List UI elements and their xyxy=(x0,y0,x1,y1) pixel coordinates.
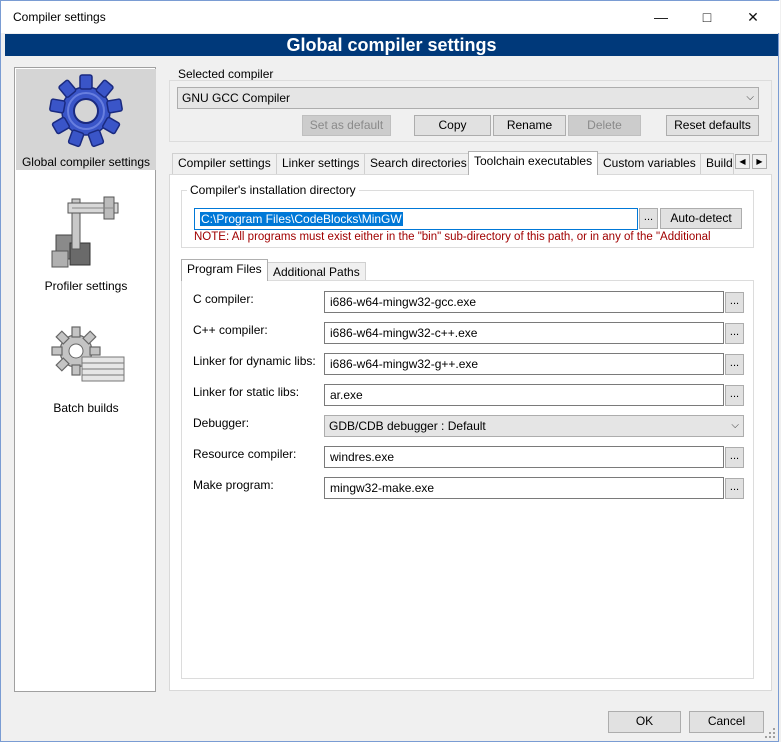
browse-c-compiler-button[interactable]: ... xyxy=(725,292,744,313)
resource-compiler-input[interactable]: windres.exe xyxy=(324,446,724,468)
resize-grip-icon[interactable] xyxy=(764,727,776,739)
tab-build[interactable]: Build xyxy=(700,153,734,174)
copy-button[interactable]: Copy xyxy=(414,115,491,136)
debugger-select[interactable]: GDB/CDB debugger : Default ⌵ xyxy=(324,415,744,437)
dynamic-linker-label: Linker for dynamic libs: xyxy=(193,354,316,368)
tab-search-directories[interactable]: Search directories xyxy=(364,153,473,174)
make-program-input[interactable]: mingw32-make.exe xyxy=(324,477,724,499)
browse-install-dir-button[interactable]: ... xyxy=(639,208,658,229)
selected-compiler-label: Selected compiler xyxy=(178,67,274,81)
batch-gear-icon xyxy=(51,326,125,382)
browse-dynamic-linker-button[interactable]: ... xyxy=(725,354,744,375)
browse-cpp-compiler-button[interactable]: ... xyxy=(725,323,744,344)
make-program-label: Make program: xyxy=(193,478,274,492)
static-linker-label: Linker for static libs: xyxy=(193,385,300,399)
tab-scroll-left-button[interactable]: ◀ xyxy=(735,154,750,169)
sidebar-item-label: Profiler settings xyxy=(44,279,128,293)
sidebar-item-global-compiler[interactable]: Global compiler settings xyxy=(16,69,156,170)
tab-toolchain-executables[interactable]: Toolchain executables xyxy=(468,151,599,175)
install-path-note: NOTE: All programs must exist either in … xyxy=(194,231,711,243)
installation-directory-value: C:\Program Files\CodeBlocks\MinGW xyxy=(200,212,403,226)
cpp-compiler-input[interactable]: i686-w64-mingw32-c++.exe xyxy=(324,322,724,344)
debugger-select-value: GDB/CDB debugger : Default xyxy=(329,419,486,433)
caliper-icon xyxy=(51,196,119,268)
rename-button[interactable]: Rename xyxy=(493,115,566,136)
c-compiler-label: C compiler: xyxy=(193,292,254,306)
debugger-label: Debugger: xyxy=(193,416,250,430)
minimize-button[interactable]: — xyxy=(638,1,684,33)
page-title: Global compiler settings xyxy=(5,34,778,56)
chevron-down-icon: ⌵ xyxy=(746,92,754,103)
compiler-select[interactable]: GNU GCC Compiler ⌵ xyxy=(177,87,759,109)
resource-compiler-label: Resource compiler: xyxy=(193,447,297,461)
auto-detect-button[interactable]: Auto-detect xyxy=(660,208,742,229)
reset-defaults-button[interactable]: Reset defaults xyxy=(666,115,759,136)
set-default-button[interactable]: Set as default xyxy=(302,115,391,136)
tab-custom-variables[interactable]: Custom variables xyxy=(597,153,702,174)
ok-button[interactable]: OK xyxy=(608,711,681,733)
compiler-settings-dialog: Compiler settings — □ ✕ Global compiler … xyxy=(0,0,780,742)
tab-compiler-settings[interactable]: Compiler settings xyxy=(172,153,277,174)
title-bar[interactable]: Compiler settings — □ ✕ xyxy=(1,1,780,33)
subtab-additional-paths[interactable]: Additional Paths xyxy=(267,262,366,281)
subtab-program-files[interactable]: Program Files xyxy=(181,259,268,281)
subtab-label: Additional Paths xyxy=(273,265,360,279)
compiler-select-value: GNU GCC Compiler xyxy=(182,91,291,105)
gear-icon xyxy=(49,74,123,148)
chevron-down-icon: ⌵ xyxy=(731,420,739,431)
sidebar-item-batch-builds[interactable]: Batch builds xyxy=(16,313,156,415)
browse-make-program-button[interactable]: ... xyxy=(725,478,744,499)
browse-resource-compiler-button[interactable]: ... xyxy=(725,447,744,468)
installation-directory-legend: Compiler's installation directory xyxy=(187,183,359,197)
sidebar-item-label: Batch builds xyxy=(53,401,119,415)
subtab-label: Program Files xyxy=(187,262,262,276)
c-compiler-input[interactable]: i686-w64-mingw32-gcc.exe xyxy=(324,291,724,313)
sidebar-item-profiler[interactable]: Profiler settings xyxy=(16,183,156,293)
static-linker-input[interactable]: ar.exe xyxy=(324,384,724,406)
cpp-compiler-label: C++ compiler: xyxy=(193,323,268,337)
tab-linker-settings[interactable]: Linker settings xyxy=(276,153,366,174)
delete-button[interactable]: Delete xyxy=(568,115,641,136)
settings-category-list: Global compiler settings Profiler settin… xyxy=(14,67,156,692)
dynamic-linker-input[interactable]: i686-w64-mingw32-g++.exe xyxy=(324,353,724,375)
browse-static-linker-button[interactable]: ... xyxy=(725,385,744,406)
cancel-button[interactable]: Cancel xyxy=(689,711,764,733)
tab-scroll-right-button[interactable]: ▶ xyxy=(752,154,767,169)
installation-directory-input[interactable]: C:\Program Files\CodeBlocks\MinGW xyxy=(194,208,638,230)
maximize-button[interactable]: □ xyxy=(684,1,730,33)
close-button[interactable]: ✕ xyxy=(730,1,776,33)
window-title: Compiler settings xyxy=(13,10,106,24)
sidebar-item-label: Global compiler settings xyxy=(21,155,151,169)
